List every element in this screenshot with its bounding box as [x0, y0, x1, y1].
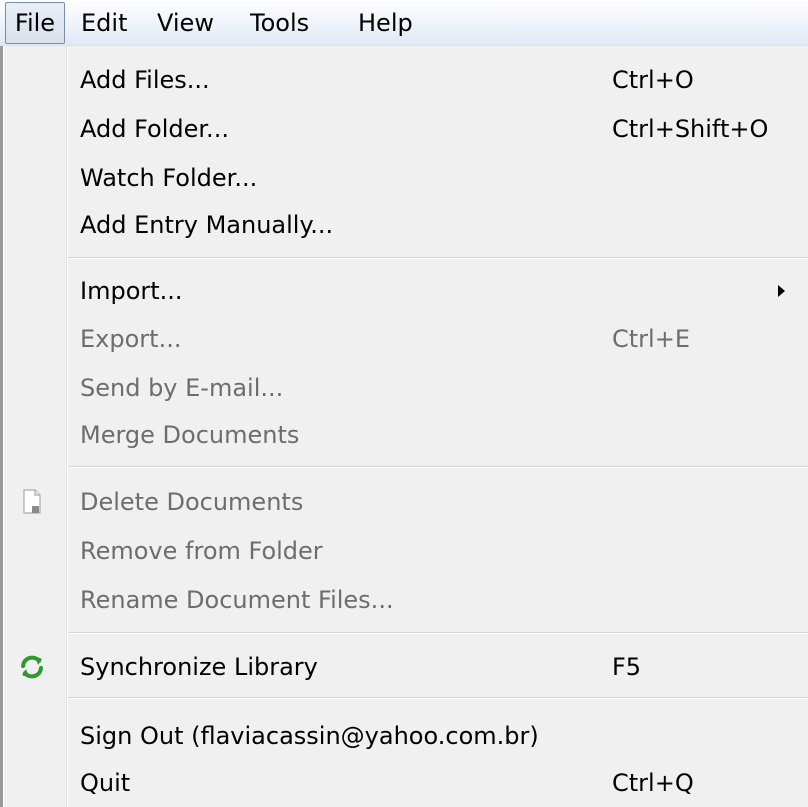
- menu-separator: [68, 697, 808, 699]
- menu-item-merge-documents[interactable]: Merge Documents: [0, 412, 808, 458]
- sync-icon: [18, 653, 46, 681]
- menu-item-quit[interactable]: Quit Ctrl+Q: [0, 760, 808, 806]
- menu-item-shortcut: Ctrl+Q: [612, 769, 694, 797]
- menu-item-delete-documents[interactable]: Delete Documents: [0, 479, 808, 525]
- menu-item-label: Add Folder...: [80, 115, 229, 143]
- menu-help[interactable]: Help: [358, 2, 413, 44]
- menu-view[interactable]: View: [157, 2, 214, 44]
- menu-item-synchronize-library[interactable]: Synchronize Library F5: [0, 644, 808, 690]
- menu-item-watch-folder[interactable]: Watch Folder...: [0, 155, 808, 201]
- submenu-arrow-icon: [778, 285, 785, 297]
- menu-item-label: Watch Folder...: [80, 164, 258, 192]
- menu-item-label: Quit: [80, 769, 131, 797]
- menu-item-label: Delete Documents: [80, 488, 304, 516]
- menu-bar: File Edit View Tools Help: [0, 0, 808, 46]
- menu-separator: [68, 632, 808, 634]
- menu-item-shortcut: Ctrl+Shift+O: [612, 115, 769, 143]
- menu-edit[interactable]: Edit: [81, 2, 127, 44]
- menu-item-shortcut: Ctrl+O: [612, 66, 694, 94]
- menu-item-add-entry-manually[interactable]: Add Entry Manually...: [0, 202, 808, 248]
- menu-item-label: Export...: [80, 325, 182, 353]
- menu-item-rename-document-files[interactable]: Rename Document Files...: [0, 577, 808, 623]
- document-icon: [18, 488, 46, 516]
- menu-item-import[interactable]: Import...: [0, 268, 808, 314]
- menu-item-send-by-email[interactable]: Send by E-mail...: [0, 365, 808, 411]
- menu-item-shortcut: F5: [612, 653, 642, 681]
- menu-item-label: Synchronize Library: [80, 653, 318, 681]
- menu-item-label: Merge Documents: [80, 421, 300, 449]
- menu-file[interactable]: File: [5, 2, 65, 44]
- menu-item-label: Add Entry Manually...: [80, 211, 334, 239]
- menu-item-add-files[interactable]: Add Files... Ctrl+O: [0, 57, 808, 103]
- menu-item-label: Send by E-mail...: [80, 374, 284, 402]
- menu-item-label: Remove from Folder: [80, 537, 323, 565]
- menu-item-export[interactable]: Export... Ctrl+E: [0, 316, 808, 362]
- menu-item-remove-from-folder[interactable]: Remove from Folder: [0, 528, 808, 574]
- menu-separator: [68, 257, 808, 259]
- menu-item-label: Add Files...: [80, 66, 210, 94]
- menu-item-sign-out[interactable]: Sign Out (flaviacassin@yahoo.com.br): [0, 713, 808, 759]
- menu-item-label: Import...: [80, 277, 183, 305]
- menu-item-shortcut: Ctrl+E: [612, 325, 690, 353]
- menu-separator: [68, 466, 808, 468]
- menu-item-label: Sign Out (flaviacassin@yahoo.com.br): [80, 722, 539, 750]
- menu-tools[interactable]: Tools: [250, 2, 309, 44]
- menu-item-add-folder[interactable]: Add Folder... Ctrl+Shift+O: [0, 106, 808, 152]
- menu-item-label: Rename Document Files...: [80, 586, 394, 614]
